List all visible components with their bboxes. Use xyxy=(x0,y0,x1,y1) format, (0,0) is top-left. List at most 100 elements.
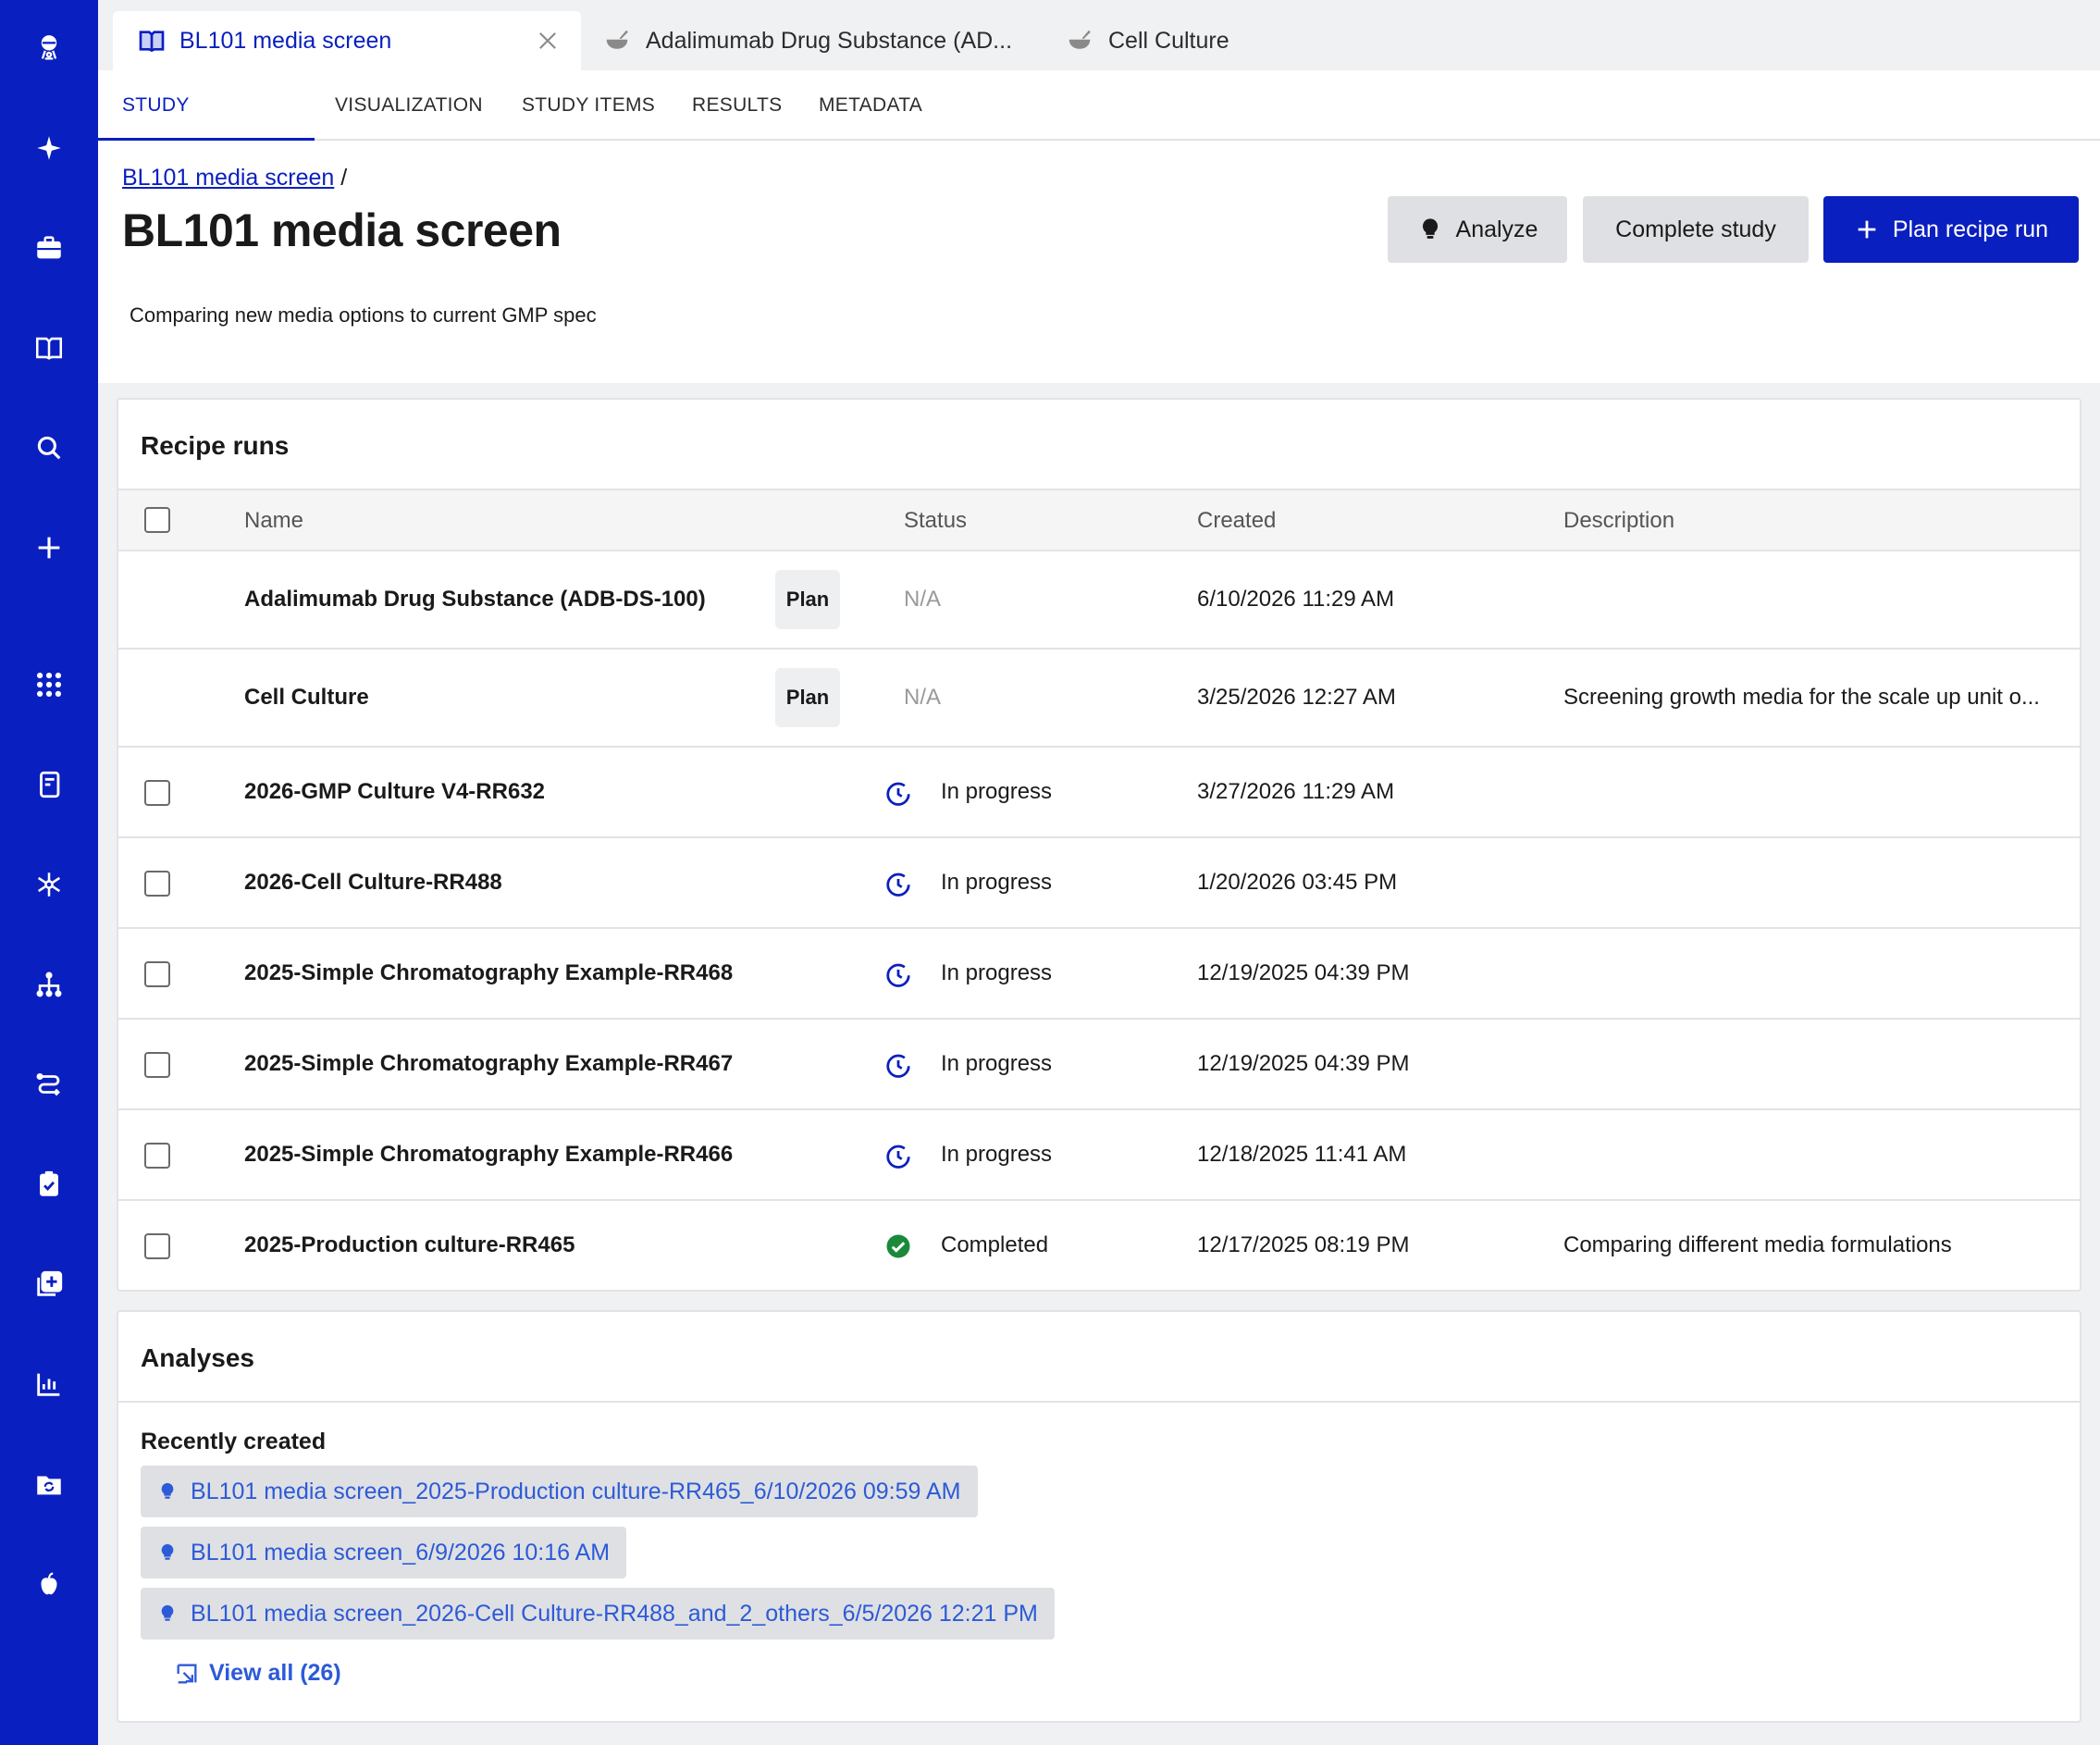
in-progress-icon xyxy=(886,782,910,806)
column-header-status[interactable]: Status xyxy=(904,490,967,551)
in-progress-icon xyxy=(886,1145,910,1169)
analyses-card: Analyses Recently created BL101 media sc… xyxy=(117,1310,2081,1723)
apple-icon[interactable] xyxy=(31,1566,68,1603)
status-text: In progress xyxy=(941,779,1053,804)
recipe-name[interactable]: 2025-Simple Chromatography Example-RR467 xyxy=(244,1051,733,1077)
tab-adalimumab-drug-substance[interactable]: Adalimumab Drug Substance (AD... xyxy=(596,11,1040,70)
complete-study-button[interactable]: Complete study xyxy=(1583,196,1809,263)
analyze-button[interactable]: Analyze xyxy=(1388,196,1567,263)
recipe-name[interactable]: 2025-Simple Chromatography Example-RR468 xyxy=(244,960,733,986)
clipboard-check-icon[interactable] xyxy=(31,1166,68,1203)
recipe-name[interactable]: 2025-Production culture-RR465 xyxy=(244,1232,574,1258)
tab-label: Cell Culture xyxy=(1108,27,1229,54)
created-date: 3/25/2026 12:27 AM xyxy=(1197,685,1396,710)
tab-label: Adalimumab Drug Substance (AD... xyxy=(646,27,1013,54)
briefcase-icon[interactable] xyxy=(31,229,68,266)
lightbulb-icon xyxy=(161,1482,174,1499)
recipe-name[interactable]: 2026-GMP Culture V4-RR632 xyxy=(244,779,545,805)
table-row[interactable]: Cell Culture Plan N/A 3/25/2026 12:27 AM… xyxy=(118,650,2080,748)
table-row[interactable]: 2026-GMP Culture V4-RR632 In progress 3/… xyxy=(118,748,2080,838)
table-row[interactable]: 2025-Simple Chromatography Example-RR467… xyxy=(118,1020,2080,1110)
analyses-title: Analyses xyxy=(141,1343,254,1372)
search-icon[interactable] xyxy=(31,429,68,466)
row-checkbox[interactable] xyxy=(144,961,170,987)
row-checkbox[interactable] xyxy=(144,780,170,806)
in-progress-icon xyxy=(886,1054,910,1078)
document-tab-bar: BL101 media screen Adalimumab Drug Subst… xyxy=(98,0,2100,70)
recipe-name[interactable]: Adalimumab Drug Substance (ADB-DS-100) xyxy=(244,587,706,613)
table-row[interactable]: Adalimumab Drug Substance (ADB-DS-100) P… xyxy=(118,551,2080,650)
tab-results[interactable]: RESULTS xyxy=(692,70,782,141)
breadcrumb-separator: / xyxy=(340,165,348,191)
tab-bl101-media-screen[interactable]: BL101 media screen xyxy=(113,11,581,70)
created-date: 3/27/2026 11:29 AM xyxy=(1197,779,1395,804)
row-checkbox[interactable] xyxy=(144,1052,170,1078)
book-icon[interactable] xyxy=(31,329,68,366)
table-row[interactable]: 2025-Production culture-RR465 Completed … xyxy=(118,1201,2080,1290)
hierarchy-icon[interactable] xyxy=(31,966,68,1003)
row-checkbox[interactable] xyxy=(144,1233,170,1259)
analysis-chip[interactable]: BL101 media screen_6/9/2026 10:16 AM xyxy=(141,1527,627,1578)
in-progress-icon xyxy=(886,872,910,897)
status-text: N/A xyxy=(904,587,942,612)
book-icon xyxy=(137,26,167,56)
plan-recipe-run-label: Plan recipe run xyxy=(1892,216,2049,242)
analyze-label: Analyze xyxy=(1455,216,1538,242)
created-date: 12/19/2025 04:39 PM xyxy=(1197,1051,1410,1076)
breadcrumb-link[interactable]: BL101 media screen xyxy=(122,165,334,191)
study-description: Comparing new media options to current G… xyxy=(130,303,597,327)
plus-icon[interactable] xyxy=(31,529,68,566)
column-header-description[interactable]: Description xyxy=(1563,490,1674,551)
molecule-icon[interactable] xyxy=(31,866,68,903)
plan-recipe-run-button[interactable]: Plan recipe run xyxy=(1823,196,2079,263)
add-box-icon[interactable] xyxy=(31,1266,68,1303)
apps-grid-icon[interactable] xyxy=(31,666,68,703)
notebook-icon[interactable] xyxy=(31,766,68,803)
recipe-name[interactable]: 2026-Cell Culture-RR488 xyxy=(244,870,502,896)
main-area: BL101 media screen Adalimumab Drug Subst… xyxy=(98,0,2100,1745)
status-text: In progress xyxy=(941,1142,1053,1167)
table-row[interactable]: 2025-Simple Chromatography Example-RR466… xyxy=(118,1110,2080,1201)
mortar-pestle-icon xyxy=(603,26,633,56)
status-text: In progress xyxy=(941,870,1053,895)
view-all-link[interactable]: View all (26) xyxy=(174,1660,341,1687)
in-progress-icon xyxy=(886,963,910,987)
row-checkbox[interactable] xyxy=(144,1143,170,1169)
astronaut-logo-icon[interactable] xyxy=(31,30,68,67)
analysis-chip-label: BL101 media screen_2026-Cell Culture-RR4… xyxy=(191,1600,1038,1627)
created-date: 12/17/2025 08:19 PM xyxy=(1197,1232,1410,1257)
tab-visualization[interactable]: VISUALIZATION xyxy=(335,70,483,141)
column-header-created[interactable]: Created xyxy=(1197,490,1276,551)
breadcrumb: BL101 media screen / xyxy=(122,165,347,192)
row-checkbox[interactable] xyxy=(144,871,170,897)
table-row[interactable]: 2025-Simple Chromatography Example-RR468… xyxy=(118,929,2080,1020)
select-all-checkbox[interactable] xyxy=(144,507,170,533)
plus-icon xyxy=(1858,220,1876,239)
analysis-chip-label: BL101 media screen_2025-Production cultu… xyxy=(191,1478,961,1504)
created-date: 12/18/2025 11:41 AM xyxy=(1197,1142,1407,1167)
created-date: 6/10/2026 11:29 AM xyxy=(1197,587,1395,612)
folder-sync-icon[interactable] xyxy=(31,1466,68,1503)
description-text: Comparing different media formulations xyxy=(1563,1232,1952,1257)
created-date: 1/20/2026 03:45 PM xyxy=(1197,870,1398,895)
status-text: In progress xyxy=(941,1051,1053,1076)
tab-study-overview[interactable]: STUDY OVERVIEW xyxy=(98,70,315,186)
lightbulb-icon xyxy=(161,1604,174,1621)
sparkle-icon[interactable] xyxy=(31,130,68,167)
close-icon[interactable] xyxy=(535,28,561,54)
bar-chart-icon[interactable] xyxy=(31,1366,68,1403)
tab-cell-culture[interactable]: Cell Culture xyxy=(1058,11,1299,70)
view-all-label: View all (26) xyxy=(209,1660,341,1686)
study-subnav: STUDY OVERVIEW VISUALIZATION STUDY ITEMS… xyxy=(98,70,2100,186)
study-header: BL101 media screen / BL101 media screen … xyxy=(98,141,2100,383)
mortar-pestle-icon xyxy=(1066,26,1095,56)
workflow-icon[interactable] xyxy=(31,1066,68,1103)
column-header-name[interactable]: Name xyxy=(244,490,303,551)
analysis-chip[interactable]: BL101 media screen_2025-Production cultu… xyxy=(141,1466,978,1517)
table-row[interactable]: 2026-Cell Culture-RR488 In progress 1/20… xyxy=(118,838,2080,929)
tab-study-items[interactable]: STUDY ITEMS xyxy=(522,70,655,141)
tab-metadata[interactable]: METADATA xyxy=(819,70,922,141)
recipe-name[interactable]: 2025-Simple Chromatography Example-RR466 xyxy=(244,1142,733,1168)
recipe-name[interactable]: Cell Culture xyxy=(244,685,369,711)
analysis-chip[interactable]: BL101 media screen_2026-Cell Culture-RR4… xyxy=(141,1588,1055,1640)
